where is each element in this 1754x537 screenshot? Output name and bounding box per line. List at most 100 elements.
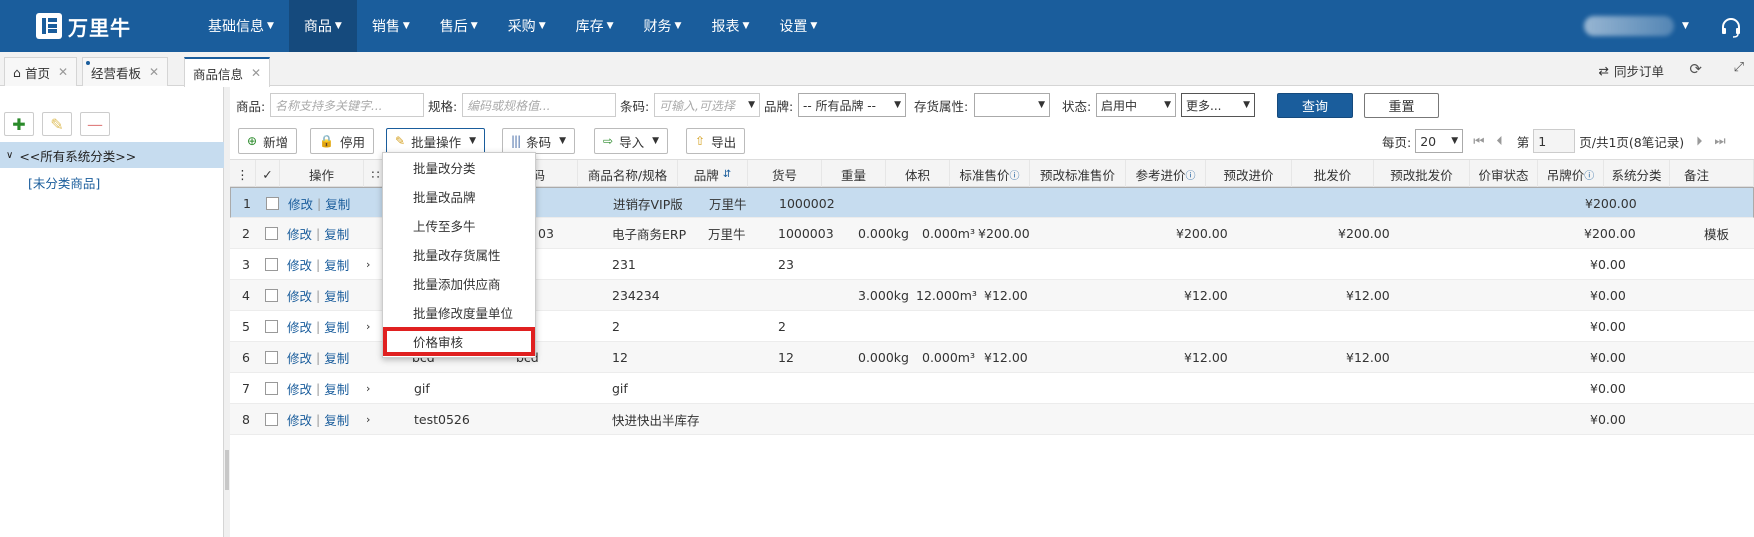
edit-link[interactable]: 修改 (287, 379, 312, 398)
copy-link[interactable]: 复制 (324, 379, 349, 398)
info-icon[interactable]: ⓘ (1010, 167, 1020, 182)
stock-attr-select[interactable]: ▼ (974, 93, 1050, 117)
select-all-checkbox[interactable]: ✓ (256, 160, 280, 188)
brand-select[interactable]: -- 所有品牌 -- ▼ (798, 93, 906, 117)
barcode-button[interactable]: ||| 条码 ▼ (502, 128, 576, 154)
status-select[interactable]: 启用中 ▼ (1096, 93, 1176, 117)
more-filters-select[interactable]: 更多... ▼ (1181, 93, 1255, 117)
first-page-icon[interactable]: ⏮ (1473, 133, 1484, 149)
nav-goods[interactable]: 商品 ▼ (288, 0, 357, 52)
delete-category-button[interactable]: — (80, 112, 110, 136)
last-page-icon[interactable]: ⏭ (1714, 133, 1725, 149)
row-checkbox[interactable] (265, 227, 278, 240)
row-checkbox[interactable] (266, 197, 279, 210)
col-brand[interactable]: 品牌 ⇵ (678, 160, 748, 188)
nav-basic-info[interactable]: 基础信息 ▼ (193, 0, 289, 52)
tree-root-node[interactable]: ∨ <<所有系统分类>> (0, 142, 224, 168)
edit-link[interactable]: 修改 (288, 194, 313, 213)
row-checkbox[interactable] (265, 289, 278, 302)
nav-finance[interactable]: 财务 ▼ (629, 0, 697, 52)
table-row[interactable]: 8 修改 | 复制 › test0526 快进快出半库存 ¥0.00 (230, 404, 1754, 435)
edit-link[interactable]: 修改 (287, 255, 312, 274)
chevron-right-icon[interactable]: › (366, 311, 370, 342)
batch-operation-button[interactable]: ✎ 批量操作 ▼ (386, 128, 485, 154)
tab-home[interactable]: ⌂ 首页 ✕ (4, 57, 78, 86)
edit-category-button[interactable]: ✎ (42, 112, 72, 136)
menu-item-batch-unit[interactable]: 批量修改度量单位 (383, 299, 535, 325)
sync-orders-button[interactable]: ⇄ 同步订单 (1599, 61, 1665, 80)
menu-item-price-audit[interactable]: 价格审核 (383, 327, 535, 356)
column-settings-icon[interactable]: ⋮ (230, 160, 256, 188)
chevron-down-icon: ▼ (606, 21, 614, 31)
table-row[interactable]: 7 修改 | 复制 › gif gif ¥0.00 (230, 373, 1754, 404)
nav-sales[interactable]: 销售 ▼ (357, 0, 425, 52)
info-icon[interactable]: ⓘ (1584, 167, 1594, 182)
import-button[interactable]: ⇨ 导入 ▼ (594, 128, 668, 154)
menu-item-upload-duoniu[interactable]: 上传至多牛 (383, 212, 535, 238)
spec-search-input[interactable]: 编码或规格值... (462, 93, 616, 117)
disable-button[interactable]: 🔒 停用 (310, 128, 374, 154)
export-button[interactable]: ⇧ 导出 (686, 128, 746, 154)
copy-link[interactable]: 复制 (324, 255, 349, 274)
per-page-value: 20 (1420, 133, 1437, 149)
row-checkbox[interactable] (265, 382, 278, 395)
reset-button[interactable]: 重置 (1364, 93, 1439, 118)
logo[interactable]: 万里牛 (0, 0, 193, 52)
chevron-down-icon[interactable]: ∨ (6, 150, 13, 161)
copy-link[interactable]: 复制 (324, 286, 349, 305)
refresh-icon[interactable]: ⟳ (1689, 60, 1702, 78)
sort-icon[interactable]: ⇵ (723, 169, 731, 180)
goods-search-input[interactable]: 名称支持多关键字... (270, 93, 424, 117)
tab-goods-info[interactable]: 商品信息 ✕ (184, 57, 271, 87)
copy-link[interactable]: 复制 (324, 410, 349, 429)
per-page-select[interactable]: 20 ▼ (1415, 129, 1464, 153)
query-button[interactable]: 查询 (1277, 93, 1353, 118)
page-number-input[interactable]: 1 (1533, 129, 1576, 153)
chevron-right-icon[interactable]: › (366, 373, 370, 404)
user-menu[interactable]: ▼ (1584, 14, 1694, 38)
copy-link[interactable]: 复制 (324, 317, 349, 336)
next-page-icon[interactable]: ⏵ (1696, 133, 1702, 149)
tab-dashboard[interactable]: 经营看板 ✕ (82, 57, 169, 86)
nav-reports[interactable]: 报表 ▼ (696, 0, 764, 52)
row-checkbox[interactable] (265, 413, 278, 426)
nav-purchase[interactable]: 采购 ▼ (493, 0, 561, 52)
menu-item-batch-brand[interactable]: 批量改品牌 (383, 183, 535, 209)
barcode-combo-input[interactable]: 可输入,可选择 ▼ (654, 93, 760, 117)
nav-label: 库存 (575, 19, 604, 35)
chevron-right-icon[interactable]: › (366, 249, 370, 280)
prev-page-icon[interactable]: ⏴ (1496, 133, 1502, 149)
chevron-right-icon[interactable]: › (366, 404, 370, 435)
close-icon[interactable]: ✕ (58, 65, 68, 79)
copy-link[interactable]: 复制 (324, 348, 349, 367)
headset-icon[interactable] (1720, 16, 1742, 38)
close-icon[interactable]: ✕ (251, 66, 261, 80)
add-category-button[interactable]: ✚ (4, 112, 34, 136)
menu-item-batch-add-supplier[interactable]: 批量添加供应商 (383, 270, 535, 296)
row-checkbox[interactable] (265, 351, 278, 364)
edit-link[interactable]: 修改 (287, 410, 312, 429)
page-suffix: 页/共1页(8笔记录) (1579, 134, 1685, 150)
row-actions: 修改 | 复制 (287, 410, 350, 429)
info-icon[interactable]: ⓘ (1186, 167, 1196, 182)
copy-link[interactable]: 复制 (324, 224, 349, 243)
row-checkbox[interactable] (265, 320, 278, 333)
nav-inventory[interactable]: 库存 ▼ (561, 0, 629, 52)
top-navbar: 万里牛 基础信息 ▼ 商品 ▼ 销售 ▼ 售后 ▼ 采购 ▼ 库存 ▼ 财务 ▼ 报表 ▼ 设置… (0, 0, 1754, 52)
nav-settings[interactable]: 设置 ▼ (764, 0, 832, 52)
expand-icon[interactable]: ⤢ (1734, 60, 1744, 75)
edit-link[interactable]: 修改 (287, 348, 312, 367)
add-button[interactable]: ⊕ 新增 (238, 128, 298, 154)
menu-item-batch-category[interactable]: 批量改分类 (383, 154, 535, 180)
nav-after-sales[interactable]: 售后 ▼ (425, 0, 493, 52)
edit-link[interactable]: 修改 (287, 286, 312, 305)
chevron-down-icon: ▼ (652, 136, 659, 146)
row-checkbox[interactable] (265, 258, 278, 271)
menu-item-batch-stock-attr[interactable]: 批量改存货属性 (383, 241, 535, 267)
edit-link[interactable]: 修改 (287, 317, 312, 336)
edit-link[interactable]: 修改 (287, 224, 312, 243)
copy-link[interactable]: 复制 (325, 194, 350, 213)
tree-node-uncategorized[interactable]: [未分类商品] (28, 173, 100, 192)
scrollbar-thumb[interactable] (225, 450, 229, 490)
close-icon[interactable]: ✕ (149, 65, 159, 79)
